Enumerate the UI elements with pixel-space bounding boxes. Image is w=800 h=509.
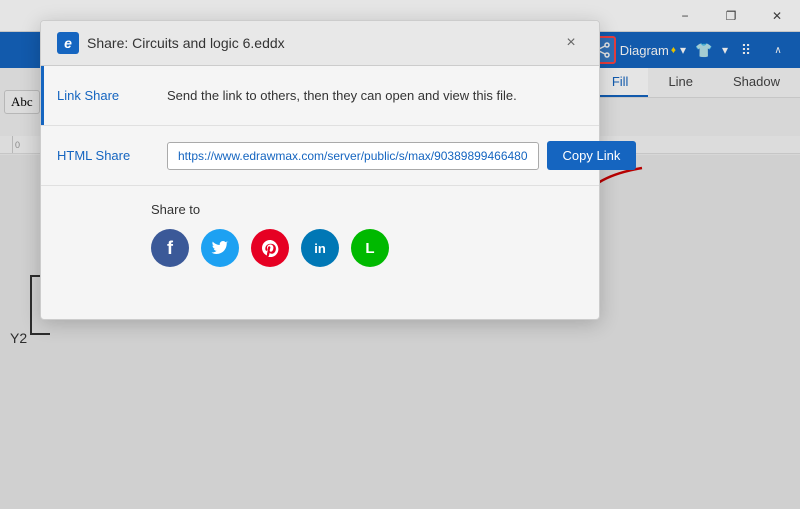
dialog-overlay: e Share: Circuits and logic 6.eddx × Lin… — [0, 0, 800, 509]
dialog-body: Link Share Send the link to others, then… — [41, 66, 599, 287]
html-share-content: https://www.edrawmax.com/server/public/s… — [151, 126, 652, 185]
share-to-section: Share to f in L — [41, 186, 599, 287]
copy-link-button[interactable]: Copy Link — [547, 141, 637, 170]
twitter-share-button[interactable] — [201, 229, 239, 267]
linkedin-share-button[interactable]: in — [301, 229, 339, 267]
link-share-tab[interactable]: Link Share — [41, 66, 151, 125]
share-to-label: Share to — [151, 202, 583, 217]
dialog-title-area: e Share: Circuits and logic 6.eddx — [57, 32, 285, 54]
dialog-title: Share: Circuits and logic 6.eddx — [87, 35, 285, 51]
line-share-button[interactable]: L — [351, 229, 389, 267]
social-icons: f in L — [151, 229, 583, 267]
dialog-header: e Share: Circuits and logic 6.eddx × — [41, 21, 599, 66]
html-share-tab[interactable]: HTML Share — [41, 126, 151, 185]
link-share-content: Send the link to others, then they can o… — [151, 66, 599, 125]
html-share-row: HTML Share https://www.edrawmax.com/serv… — [41, 126, 599, 186]
url-field[interactable]: https://www.edrawmax.com/server/public/s… — [167, 142, 539, 170]
link-share-row: Link Share Send the link to others, then… — [41, 66, 599, 126]
facebook-share-button[interactable]: f — [151, 229, 189, 267]
share-dialog: e Share: Circuits and logic 6.eddx × Lin… — [40, 20, 600, 320]
dialog-close-button[interactable]: × — [559, 31, 583, 55]
pinterest-share-button[interactable] — [251, 229, 289, 267]
link-share-description: Send the link to others, then they can o… — [167, 88, 517, 103]
dialog-app-icon: e — [57, 32, 79, 54]
